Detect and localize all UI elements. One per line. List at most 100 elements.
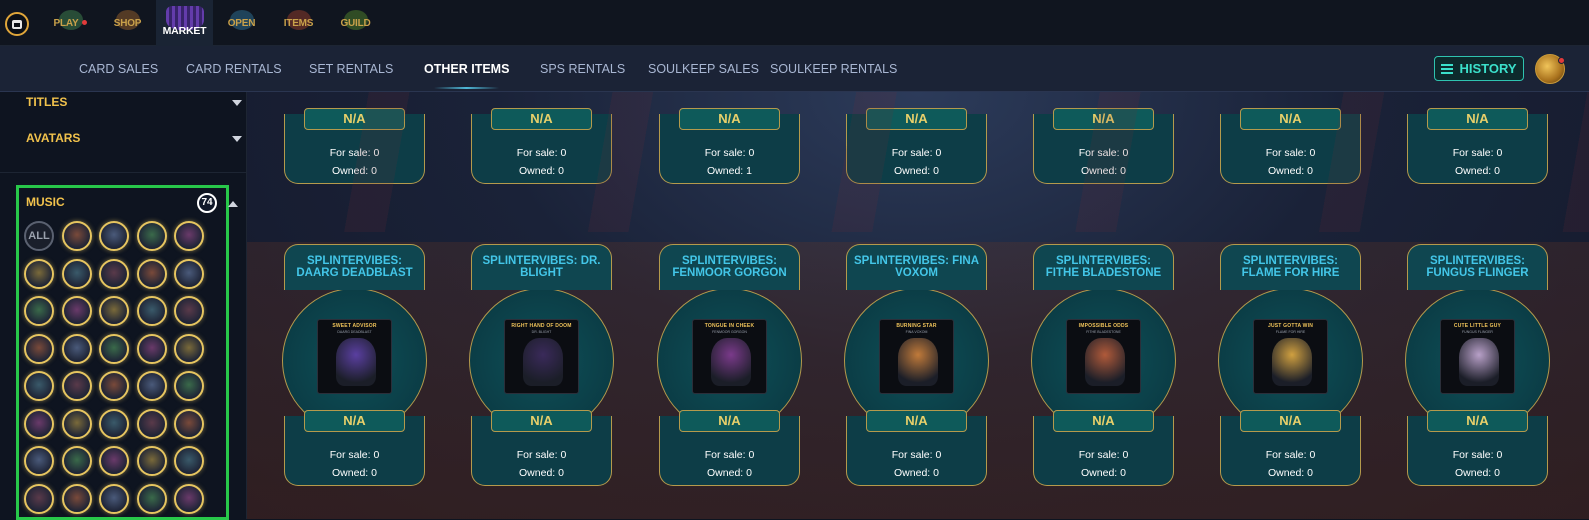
tab-other-items[interactable]: OTHER ITEMS [424, 46, 509, 92]
music-thumbnail[interactable] [24, 408, 54, 439]
tab-soulkeep-rentals[interactable]: SOULKEEP RENTALS [770, 46, 897, 92]
music-thumbnail[interactable] [136, 446, 167, 476]
card-footer [659, 114, 800, 184]
music-thumbnail[interactable] [136, 408, 167, 439]
art-subtitle: DR. BLIGHT [531, 330, 552, 334]
music-thumbnail[interactable] [61, 296, 92, 326]
music-thumbnail-grid: ALL [24, 221, 224, 514]
tab-soulkeep-sales[interactable]: SOULKEEP SALES [648, 46, 759, 92]
filter-label: AVATARS [26, 131, 81, 145]
item-card[interactable]: SPLINTERVIBES: FENMOOR GORGON TONGUE IN … [657, 244, 802, 489]
music-thumbnail[interactable] [174, 296, 204, 326]
nav-item-shop[interactable]: SHOP [99, 0, 156, 46]
music-thumbnail[interactable] [136, 483, 167, 514]
item-card[interactable]: N/A For sale: 0 Owned: 0 [1405, 92, 1550, 187]
music-thumbnail[interactable] [174, 333, 204, 364]
music-thumbnail[interactable] [24, 296, 54, 326]
tab-card-sales[interactable]: CARD SALES [79, 46, 158, 92]
price-pill: N/A [1240, 108, 1341, 130]
price-pill: N/A [1053, 108, 1154, 130]
history-button[interactable]: HISTORY [1434, 56, 1524, 81]
music-thumbnail[interactable] [99, 221, 129, 251]
for-sale-count: For sale: 0 [1452, 147, 1503, 159]
for-sale-count: For sale: 0 [329, 147, 380, 159]
music-thumbnail[interactable] [174, 446, 204, 476]
card-title: SPLINTERVIBES: FUNGUS FLINGER [1426, 255, 1529, 279]
notification-dot [1558, 57, 1565, 64]
history-label: HISTORY [1459, 61, 1517, 76]
price-pill: N/A [866, 108, 967, 130]
for-sale-count: For sale: 0 [891, 449, 942, 461]
music-thumbnail[interactable] [99, 333, 129, 364]
card-footer [471, 114, 612, 184]
nav-item-market[interactable]: MARKET [156, 0, 213, 46]
price-pill: N/A [866, 410, 967, 432]
nav-item-open[interactable]: OPEN [213, 0, 270, 46]
item-card[interactable]: SPLINTERVIBES: FITHE BLADESTONE IMPOSSIB… [1031, 244, 1176, 489]
nav-item-guild[interactable]: GUILD [327, 0, 384, 46]
card-title: SPLINTERVIBES: DR. BLIGHT [482, 255, 601, 279]
music-thumbnail[interactable] [61, 483, 92, 514]
item-card[interactable]: SPLINTERVIBES: FINA VOXOM BURNING STAR F… [844, 244, 989, 489]
music-thumbnail[interactable] [136, 371, 167, 401]
card-artwork: TONGUE IN CHEEK FENMOOR GORGON [692, 319, 767, 394]
music-thumbnail[interactable] [61, 221, 92, 251]
filter-music: MUSIC 74 ALL [16, 185, 238, 520]
price-pill: N/A [304, 410, 405, 432]
item-card[interactable]: N/A For sale: 0 Owned: 0 [844, 92, 989, 187]
filter-label[interactable]: MUSIC [26, 195, 65, 209]
nav-item-items[interactable]: ITEMS [270, 0, 327, 46]
list-icon [1441, 63, 1454, 74]
music-thumbnail[interactable] [61, 408, 92, 439]
music-thumbnail[interactable] [24, 333, 54, 364]
music-thumbnail[interactable] [99, 258, 129, 289]
item-card[interactable]: SPLINTERVIBES: DR. BLIGHT RIGHT HAND OF … [469, 244, 614, 489]
splinterlands-logo-icon[interactable] [5, 12, 29, 36]
music-thumbnail[interactable] [174, 408, 204, 439]
item-card[interactable]: N/A For sale: 0 Owned: 1 [657, 92, 802, 187]
item-card[interactable]: SPLINTERVIBES: FUNGUS FLINGER CUTE LITTL… [1405, 244, 1550, 489]
music-thumbnail[interactable] [99, 408, 129, 439]
music-filter-all[interactable]: ALL [24, 221, 54, 251]
music-thumbnail[interactable] [24, 483, 54, 514]
item-card[interactable]: SPLINTERVIBES: DAARG DEADBLAST SWEET ADV… [282, 244, 427, 489]
music-thumbnail[interactable] [174, 483, 204, 514]
item-card[interactable]: N/A For sale: 0 Owned: 0 [469, 92, 614, 187]
for-sale-count: For sale: 0 [1265, 147, 1316, 159]
music-thumbnail[interactable] [99, 371, 129, 401]
music-thumbnail[interactable] [99, 296, 129, 326]
music-thumbnail[interactable] [136, 296, 167, 326]
chevron-up-icon[interactable] [228, 201, 238, 207]
item-card[interactable]: N/A For sale: 0 Owned: 0 [1218, 92, 1363, 187]
music-thumbnail[interactable] [24, 258, 54, 289]
music-thumbnail[interactable] [174, 371, 204, 401]
owned-count: Owned: 0 [894, 467, 939, 479]
music-thumbnail[interactable] [61, 446, 92, 476]
music-thumbnail[interactable] [136, 333, 167, 364]
music-thumbnail[interactable] [136, 221, 167, 251]
for-sale-count: For sale: 0 [1452, 449, 1503, 461]
main-nav: PLAY SHOP MARKET OPEN ITEMS GUILD [42, 0, 384, 46]
tab-sps-rentals[interactable]: SPS RENTALS [540, 46, 625, 92]
nav-label: GUILD [340, 17, 371, 29]
filter-avatars[interactable]: AVATARS [26, 131, 242, 151]
nav-item-play[interactable]: PLAY [42, 0, 99, 46]
item-card[interactable]: N/A For sale: 0 Owned: 0 [1031, 92, 1176, 187]
item-card[interactable]: N/A For sale: 0 Owned: 0 [282, 92, 427, 187]
music-thumbnail[interactable] [61, 333, 92, 364]
item-card[interactable]: SPLINTERVIBES: FLAME FOR HIRE JUST GOTTA… [1218, 244, 1363, 489]
music-thumbnail[interactable] [99, 483, 129, 514]
music-thumbnail[interactable] [99, 446, 129, 476]
art-title: IMPOSSIBLE ODDS [1078, 323, 1129, 329]
music-thumbnail[interactable] [174, 221, 204, 251]
tab-card-rentals[interactable]: CARD RENTALS [186, 46, 282, 92]
tab-set-rentals[interactable]: SET RENTALS [309, 46, 393, 92]
music-thumbnail[interactable] [61, 371, 92, 401]
music-thumbnail[interactable] [174, 258, 204, 289]
music-thumbnail[interactable] [136, 258, 167, 289]
music-thumbnail[interactable] [24, 371, 54, 401]
music-thumbnail[interactable] [24, 446, 54, 476]
art-title: TONGUE IN CHEEK [704, 323, 755, 329]
filter-titles[interactable]: TITLES [26, 95, 242, 115]
music-thumbnail[interactable] [61, 258, 92, 289]
